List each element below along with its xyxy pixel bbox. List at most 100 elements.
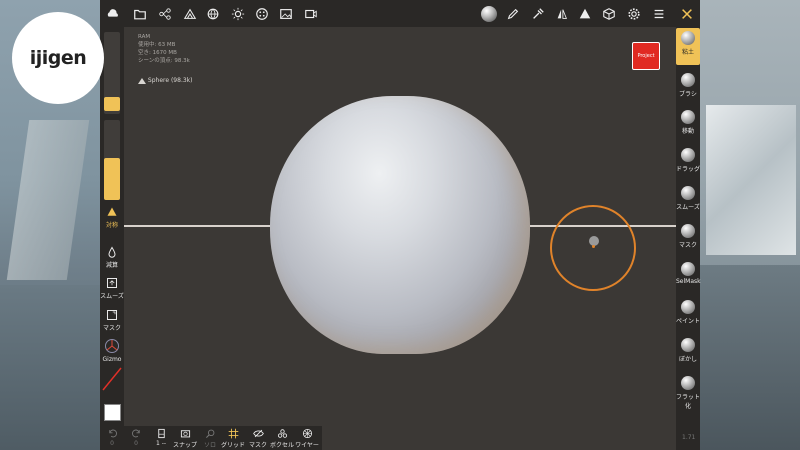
sun-icon[interactable] xyxy=(228,4,248,24)
camera-icon xyxy=(180,430,190,438)
image-icon[interactable] xyxy=(276,4,296,24)
sphere-mesh[interactable] xyxy=(270,96,530,354)
pipette-icon[interactable] xyxy=(528,4,548,24)
mask-visibility-label: マスク xyxy=(248,442,267,449)
tool-label: マスク xyxy=(678,242,697,249)
tool-7[interactable]: SelMask xyxy=(676,259,701,296)
layers-icon xyxy=(157,428,165,439)
tool-label: 移動 xyxy=(681,128,694,135)
tools-icon[interactable] xyxy=(677,4,697,24)
radius-slider[interactable] xyxy=(104,32,120,114)
background-right xyxy=(700,0,800,450)
smooth-toggle[interactable]: スムーズ xyxy=(100,277,124,300)
box-icon[interactable] xyxy=(599,4,619,24)
mesh-icon[interactable] xyxy=(180,4,200,24)
warning-triangle-icon xyxy=(107,207,117,216)
background-floor-right xyxy=(700,265,800,450)
stroke-color-swatch[interactable] xyxy=(102,366,122,392)
triangle-icon[interactable] xyxy=(575,4,595,24)
mask-visibility-button[interactable]: マスク xyxy=(247,428,269,449)
voxel-icon xyxy=(277,429,287,438)
tool-icon xyxy=(681,186,695,200)
tool-label: ぼかし xyxy=(678,356,697,363)
pen-icon[interactable] xyxy=(503,4,523,24)
tool-icon xyxy=(681,73,695,87)
ram-free: 空き: 1670 MB xyxy=(138,50,177,56)
background-pillar xyxy=(6,120,90,280)
gizmo-icon xyxy=(105,339,119,353)
snap-button[interactable]: スナップ xyxy=(173,428,197,449)
color-swatch[interactable] xyxy=(104,404,121,421)
tool-icon xyxy=(681,31,695,45)
tool-label: ドラッグ xyxy=(676,166,701,173)
tool-icon xyxy=(681,300,695,314)
tool-4[interactable]: ドラッグ xyxy=(676,145,700,182)
symmetry-label: 対称 xyxy=(105,222,118,229)
subtract-toggle[interactable]: 減算 xyxy=(100,246,124,269)
palette-icon[interactable] xyxy=(252,4,272,24)
layers-button[interactable]: 1 -- xyxy=(151,428,171,447)
background-floor xyxy=(0,285,100,450)
triangle-icon xyxy=(138,77,146,84)
project-button-label: Project xyxy=(637,53,655,59)
intensity-slider[interactable] xyxy=(104,120,120,200)
tool-label: SelMask xyxy=(676,278,701,285)
settings-icon[interactable] xyxy=(624,4,644,24)
project-button[interactable]: Project xyxy=(632,42,660,70)
snap-label: スナップ xyxy=(173,442,198,449)
redo-button[interactable]: 0 xyxy=(129,428,143,447)
symmetry-toggle[interactable]: 対称 xyxy=(100,206,124,229)
menu-icon[interactable] xyxy=(649,4,669,24)
cloud-icon[interactable] xyxy=(103,4,123,24)
mask-toggle[interactable]: マスク xyxy=(100,309,124,332)
magnifier-icon xyxy=(205,429,214,438)
fov-button[interactable]: ソロ xyxy=(199,428,221,449)
tool-label: スムーズ xyxy=(676,204,700,211)
scene-item-label: Sphere (98.3k) xyxy=(147,77,193,84)
tool-9[interactable]: ぼかし xyxy=(676,335,700,372)
fov-label: ソロ xyxy=(203,442,216,449)
voxel-button[interactable]: ボクセル xyxy=(270,428,294,449)
tool-icon xyxy=(681,224,695,238)
tool-icon xyxy=(681,110,695,124)
tool-8[interactable]: ペイント xyxy=(676,297,700,334)
channel-logo: ijigen xyxy=(12,12,104,104)
symmetry-icon[interactable] xyxy=(552,4,572,24)
tool-label: ブラシ xyxy=(679,91,697,98)
smooth-label: スムーズ xyxy=(100,293,124,300)
voxel-label: ボクセル xyxy=(270,442,295,449)
folder-icon[interactable] xyxy=(130,4,150,24)
tool-10[interactable]: フラット化 xyxy=(676,373,700,410)
mask-icon xyxy=(107,310,117,320)
tool-1[interactable]: 粘土 xyxy=(676,28,700,65)
tool-3[interactable]: 移動 xyxy=(676,107,700,144)
wireframe-icon xyxy=(302,428,312,439)
redo-icon xyxy=(131,429,140,438)
memory-info: RAM 使用中: 63 MB 空き: 1670 MB シーンの頂点: 98.3k xyxy=(138,33,190,65)
video-icon[interactable] xyxy=(301,4,321,24)
graph-icon[interactable] xyxy=(155,4,175,24)
tool-icon xyxy=(681,262,695,276)
smooth-icon xyxy=(107,278,117,288)
grid-icon xyxy=(228,428,238,439)
brush-cursor-ring xyxy=(550,205,636,291)
undo-count: 0 xyxy=(110,440,114,447)
gizmo-toggle[interactable]: Gizmo xyxy=(100,338,124,363)
grid-button[interactable]: グリッド xyxy=(221,428,245,449)
ram-title: RAM xyxy=(138,34,151,40)
tool-2[interactable]: ブラシ xyxy=(676,70,700,107)
tool-icon xyxy=(681,338,695,352)
redo-count: 0 xyxy=(134,440,138,447)
tool-6[interactable]: マスク xyxy=(676,221,700,258)
wireframe-button[interactable]: ワイヤー xyxy=(295,428,319,449)
scene-vertices: シーンの頂点: 98.3k xyxy=(138,58,190,64)
sphere-icon[interactable] xyxy=(203,4,223,24)
scene-item[interactable]: Sphere (98.3k) xyxy=(138,77,192,84)
drop-icon xyxy=(108,246,116,258)
matcap-icon[interactable] xyxy=(479,4,499,24)
tool-5[interactable]: スムーズ xyxy=(676,183,700,220)
eye-off-icon xyxy=(252,429,264,438)
undo-button[interactable]: 0 xyxy=(105,428,119,447)
subtract-label: 減算 xyxy=(105,262,118,269)
gizmo-label: Gizmo xyxy=(102,356,122,363)
